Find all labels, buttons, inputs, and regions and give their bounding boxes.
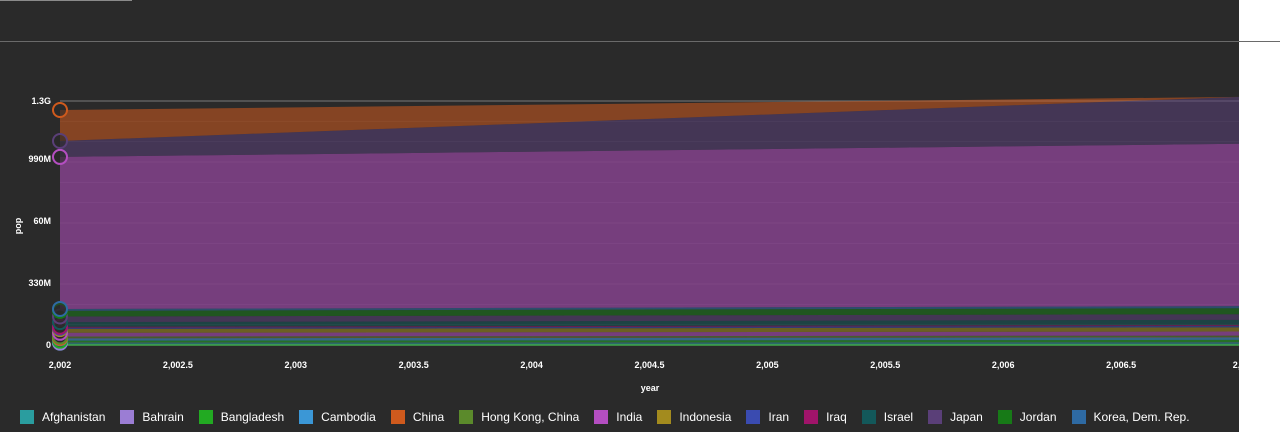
y-tick-label: 990M <box>28 154 51 164</box>
legend-label: Iraq <box>826 410 847 424</box>
stacked-area-chart: 2,002 2,002.5 2,003 2,003.5 2,004 2,004.5 2,00… <box>13 96 1246 393</box>
legend-item[interactable]: Israel <box>861 410 914 424</box>
marker-13[interactable] <box>52 300 68 317</box>
area-14[interactable] <box>60 143 1239 309</box>
y-axis-ticks: 0 330M 60M 990M 1.3G <box>28 96 51 350</box>
area-series <box>60 96 1239 346</box>
y-axis-title: pop <box>13 217 23 234</box>
x-tick-label: 2,002 <box>49 360 72 370</box>
y-tick-label: 1.3G <box>31 96 51 106</box>
legend-item[interactable]: India <box>594 410 642 424</box>
x-tick-label: 2,006.5 <box>1106 360 1136 370</box>
legend-item[interactable]: Japan <box>928 410 983 424</box>
legend-swatch <box>120 410 135 424</box>
legend-label: Iran <box>768 410 790 424</box>
legend-item[interactable]: Jordan <box>997 410 1057 424</box>
legend-item[interactable]: China <box>390 410 445 424</box>
legend-swatch <box>657 410 672 424</box>
legend-label: Cambodia <box>321 410 376 424</box>
legend-swatch <box>20 410 34 424</box>
legend-label: Israel <box>883 410 914 424</box>
x-tick-label: 2,005 <box>756 360 779 370</box>
x-tick-label: 2,0 <box>1233 360 1246 370</box>
y-tick-label: 330M <box>28 278 51 288</box>
legend-swatch <box>459 410 474 424</box>
y-tick-label: 0 <box>46 340 51 350</box>
legend-label: Jordan <box>1019 410 1057 424</box>
x-tick-label: 2,003.5 <box>399 360 429 370</box>
legend-swatch <box>928 410 943 424</box>
legend-swatch <box>804 410 819 424</box>
legend-label: Bahrain <box>142 410 184 424</box>
x-tick-label: 2,004.5 <box>634 360 664 370</box>
x-axis-title: year <box>641 383 660 393</box>
legend-swatch <box>594 410 609 424</box>
legend-item[interactable]: Bahrain <box>120 410 184 424</box>
legend-swatch <box>299 410 314 424</box>
x-tick-label: 2,005.5 <box>870 360 900 370</box>
legend-swatch <box>1071 410 1086 424</box>
legend-label: Korea, Dem. Rep. <box>1093 410 1190 424</box>
x-tick-label: 2,003 <box>285 360 308 370</box>
legend-item[interactable]: Hong Kong, China <box>459 410 579 424</box>
legend-item[interactable]: Bangladesh <box>198 410 285 424</box>
legend-swatch <box>390 410 405 424</box>
x-tick-label: 2,006 <box>992 360 1015 370</box>
y-tick-label: 60M <box>33 216 51 226</box>
chart-legend: Afghanistan Bahrain Bangladesh Cambodia Chin… <box>20 408 1205 426</box>
marker-16[interactable] <box>52 102 68 119</box>
legend-swatch <box>997 410 1012 424</box>
x-axis-ticks: 2,002 2,002.5 2,003 2,003.5 2,004 2,004.5 2,00… <box>49 360 1246 370</box>
legend-item[interactable]: Iran <box>746 410 789 424</box>
marker-15[interactable] <box>52 132 68 149</box>
legend-label: Afghanistan <box>42 410 106 424</box>
legend-item[interactable]: Korea, Dem. Rep. <box>1071 410 1190 424</box>
marker-14[interactable] <box>52 148 68 165</box>
legend-label: Indonesia <box>679 410 732 424</box>
legend-label: China <box>412 410 445 424</box>
legend-swatch <box>198 410 213 424</box>
legend-label: Bangladesh <box>220 410 285 424</box>
legend-item[interactable]: Iraq <box>804 410 847 424</box>
legend-item[interactable]: Indonesia <box>657 410 731 424</box>
legend-item[interactable]: Afghanistan <box>20 410 105 424</box>
legend-label: India <box>616 410 643 424</box>
x-tick-label: 2,002.5 <box>163 360 193 370</box>
legend-label: Hong Kong, China <box>481 410 580 424</box>
x-tick-label: 2,004 <box>520 360 543 370</box>
legend-swatch <box>746 410 761 424</box>
legend-item[interactable]: Cambodia <box>299 410 376 424</box>
legend-swatch <box>861 410 876 424</box>
legend-label: Japan <box>950 410 983 424</box>
